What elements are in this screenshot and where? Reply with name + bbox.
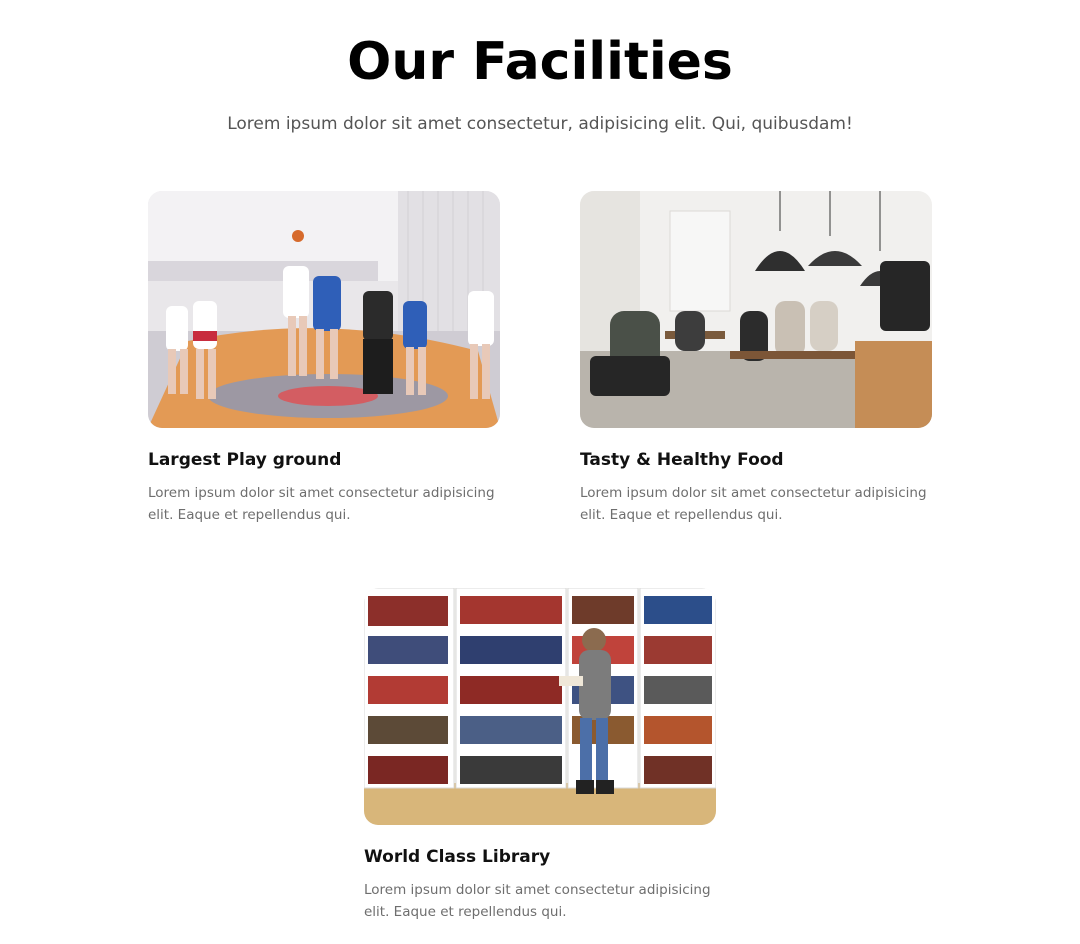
page-subtitle: Lorem ipsum dolor sit amet consectetur, …: [227, 114, 853, 134]
library-bookshelves-photo: [364, 588, 716, 825]
facility-description: Lorem ipsum dolor sit amet consectetur a…: [148, 485, 495, 523]
facility-card-playground: Largest Play ground Lorem ipsum dolor si…: [148, 191, 500, 526]
facility-title: Largest Play ground: [148, 450, 342, 470]
facility-description: Lorem ipsum dolor sit amet consectetur a…: [364, 882, 711, 920]
page-title: Our Facilities: [347, 32, 733, 92]
facility-title: World Class Library: [364, 847, 551, 867]
cafe-dining-photo: [580, 191, 932, 428]
facility-card-library: World Class Library Lorem ipsum dolor si…: [364, 588, 716, 923]
basketball-game-photo: [148, 191, 500, 428]
facility-description: Lorem ipsum dolor sit amet consectetur a…: [580, 485, 927, 523]
facility-card-food: Tasty & Healthy Food Lorem ipsum dolor s…: [580, 191, 932, 526]
facility-title: Tasty & Healthy Food: [580, 450, 784, 470]
